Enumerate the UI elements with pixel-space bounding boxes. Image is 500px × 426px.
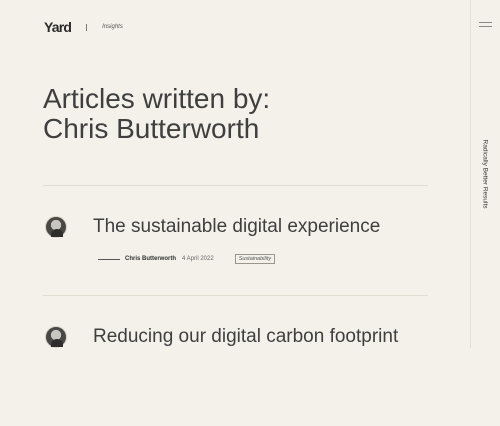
page-title-author: Chris Butterworth (43, 113, 260, 144)
article-title[interactable]: Reducing our digital carbon footprint (93, 326, 398, 348)
header-separator (86, 24, 88, 31)
divider (43, 295, 428, 296)
author-avatar (45, 216, 67, 238)
section-label[interactable]: Insights (102, 24, 123, 30)
top-bar: Yard Insights (44, 19, 123, 35)
right-sidebar-divider (470, 0, 471, 348)
page-title: Articles written by: Chris Butterworth (43, 84, 270, 144)
article-card[interactable]: The sustainable digital experience Chris… (43, 216, 443, 316)
sidebar-tagline: Radically Better Results (481, 139, 489, 209)
article-title[interactable]: The sustainable digital experience (93, 216, 380, 238)
article-meta: Chris Butterworth 4 April 2022 Sustainab… (98, 254, 276, 264)
article-date: 4 April 2022 (182, 256, 214, 262)
article-card[interactable]: Reducing our digital carbon footprint (43, 326, 443, 426)
menu-icon[interactable] (479, 21, 492, 29)
yard-logo[interactable]: Yard (44, 19, 72, 35)
article-author[interactable]: Chris Butterworth (125, 256, 176, 262)
divider (43, 185, 428, 186)
article-tag[interactable]: Sustainability (234, 254, 276, 264)
meta-line (98, 258, 120, 260)
page-title-line1: Articles written by: (43, 83, 271, 114)
author-avatar (45, 326, 67, 348)
